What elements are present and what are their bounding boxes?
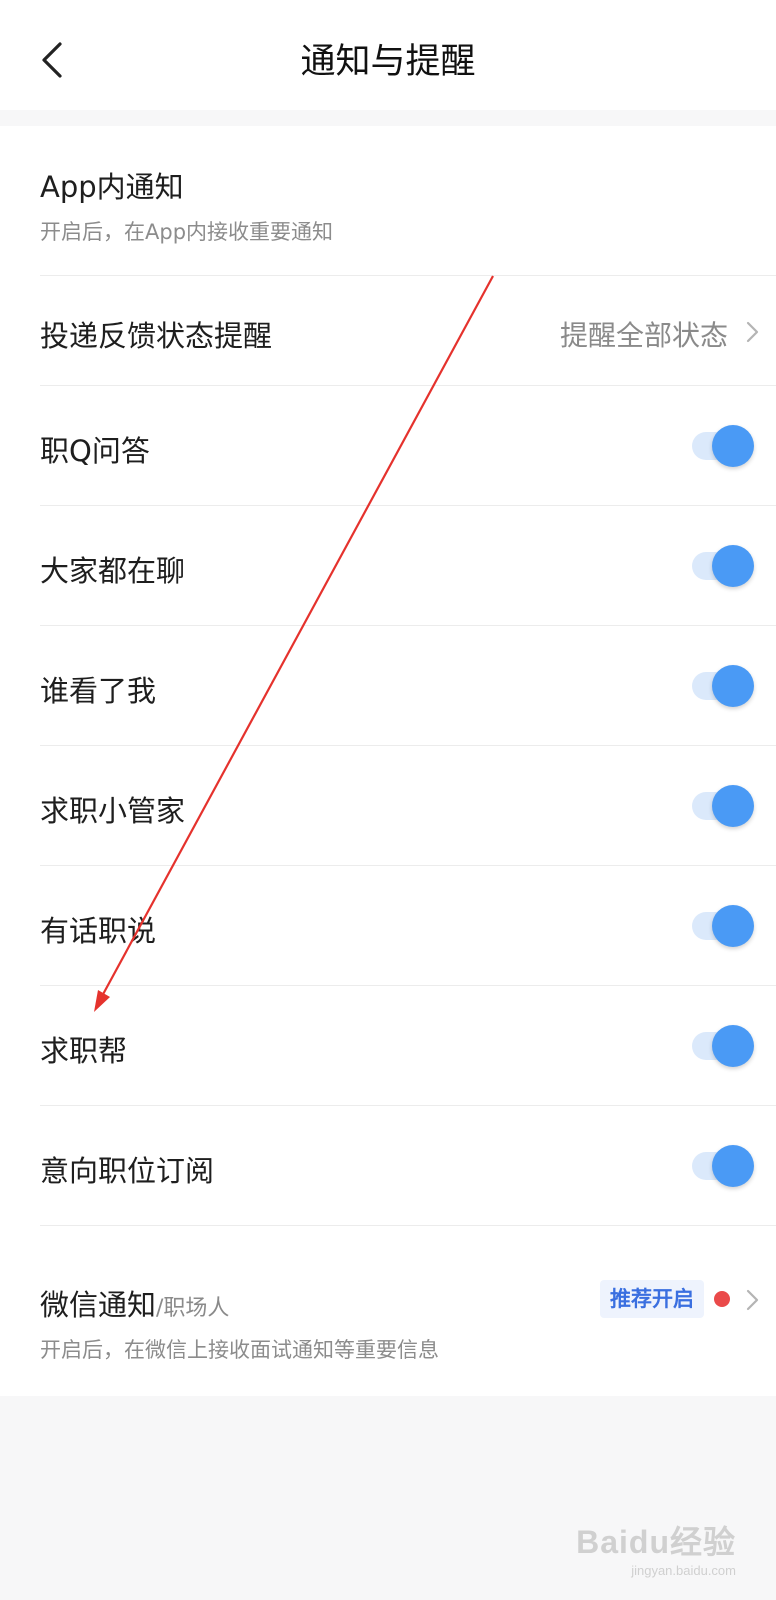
page-title: 通知与提醒 — [300, 42, 476, 82]
toggle-knob — [712, 1025, 754, 1067]
toggle-knob — [712, 545, 754, 587]
red-dot-badge — [714, 1291, 730, 1307]
wechat-notification-row[interactable]: 微信通知/职场人 推荐开启 开启后，在微信上接收面试通知等重要信息 — [0, 1246, 776, 1396]
toggle-row-job-assistant: 求职小管家 — [0, 746, 776, 866]
toggle-knob — [712, 905, 754, 947]
toggle-knob — [712, 1145, 754, 1187]
chevron-right-icon — [746, 1289, 759, 1311]
everyone-chatting-toggle[interactable] — [692, 545, 754, 587]
toggle-row-job-help: 求职帮 — [0, 986, 776, 1106]
delivery-feedback-label: 投递反馈状态提醒 — [40, 319, 273, 353]
app-notification-desc: 开启后，在App内接收重要通知 — [40, 220, 334, 244]
toggle-row-label: 意向职位订阅 — [40, 1154, 215, 1188]
toggle-row-everyone-chatting: 大家都在聊 — [0, 506, 776, 626]
divider — [40, 1225, 776, 1226]
wechat-notification-desc: 开启后，在微信上接收面试通知等重要信息 — [40, 1338, 439, 1362]
workplace-talk-toggle[interactable] — [692, 905, 754, 947]
job-assistant-toggle[interactable] — [692, 785, 754, 827]
toggle-row-label: 有话职说 — [40, 914, 157, 948]
notification-settings-group: App内通知 开启后，在App内接收重要通知 投递反馈状态提醒 提醒全部状态 职… — [0, 126, 776, 1350]
toggle-row-zhiq: 职Q问答 — [0, 386, 776, 506]
toggle-row-label: 大家都在聊 — [40, 554, 186, 588]
toggle-knob — [712, 785, 754, 827]
header-bar: 通知与提醒 — [0, 0, 776, 110]
watermark-url: jingyan.baidu.com — [631, 1563, 736, 1578]
job-subscription-toggle[interactable] — [692, 1145, 754, 1187]
wechat-notification-subtitle: /职场人 — [156, 1296, 230, 1321]
app-notification-row: App内通知 开启后，在App内接收重要通知 — [0, 126, 776, 276]
delivery-feedback-value: 提醒全部状态 — [559, 319, 728, 352]
toggle-row-who-viewed-me: 谁看了我 — [0, 626, 776, 746]
chevron-right-icon — [746, 321, 759, 343]
wechat-notification-title-line: 微信通知/职场人 — [40, 1282, 229, 1324]
toggle-row-label: 求职小管家 — [40, 794, 186, 828]
toggle-row-job-subscription: 意向职位订阅 — [0, 1106, 776, 1226]
job-help-toggle[interactable] — [692, 1025, 754, 1067]
baidu-watermark: Baidu经验 jingyan.baidu.com — [576, 1517, 736, 1578]
back-button[interactable] — [30, 34, 82, 86]
toggle-knob — [712, 665, 754, 707]
delivery-feedback-row[interactable]: 投递反馈状态提醒 提醒全部状态 — [0, 276, 776, 386]
wechat-notification-title: 微信通知 — [40, 1288, 157, 1322]
recommend-badge: 推荐开启 — [600, 1280, 704, 1318]
toggle-knob — [712, 425, 754, 467]
toggle-row-workplace-talk: 有话职说 — [0, 866, 776, 986]
toggle-row-label: 谁看了我 — [40, 674, 157, 708]
toggle-row-label: 职Q问答 — [40, 434, 150, 468]
chevron-left-icon — [42, 42, 62, 78]
toggle-row-label: 求职帮 — [40, 1034, 128, 1068]
watermark-logo: Baidu经验 — [576, 1524, 736, 1560]
app-notification-title: App内通知 — [40, 170, 184, 204]
zhiq-toggle[interactable] — [692, 425, 754, 467]
who-viewed-me-toggle[interactable] — [692, 665, 754, 707]
